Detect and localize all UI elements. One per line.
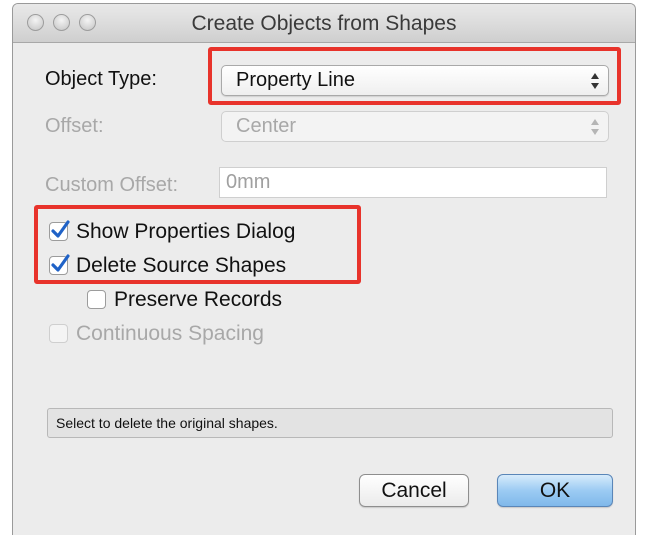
offset-label: Offset: bbox=[45, 115, 104, 137]
select-arrows-icon bbox=[591, 119, 599, 135]
window-title: Create Objects from Shapes bbox=[191, 12, 457, 35]
highlight-checkboxes bbox=[34, 205, 361, 284]
title-bar: Create Objects from Shapes bbox=[13, 4, 635, 43]
cancel-button[interactable]: Cancel bbox=[359, 474, 469, 507]
status-text: Select to delete the original shapes. bbox=[56, 415, 278, 431]
custom-offset-label: Custom Offset: bbox=[45, 174, 179, 196]
continuous-spacing-label: Continuous Spacing bbox=[76, 322, 264, 345]
status-message: Select to delete the original shapes. bbox=[47, 408, 613, 438]
custom-offset-field[interactable] bbox=[219, 167, 607, 198]
preserve-records-label[interactable]: Preserve Records bbox=[114, 288, 282, 312]
continuous-spacing-checkbox[interactable] bbox=[49, 324, 68, 343]
highlight-object-type bbox=[208, 47, 621, 105]
object-type-label: Object Type: bbox=[45, 68, 157, 90]
ok-button[interactable]: OK bbox=[497, 474, 613, 507]
offset-value: Center bbox=[236, 115, 297, 137]
offset-select[interactable]: Center bbox=[221, 111, 609, 142]
preserve-records-checkbox[interactable] bbox=[87, 290, 106, 309]
custom-offset-input[interactable] bbox=[220, 168, 606, 197]
